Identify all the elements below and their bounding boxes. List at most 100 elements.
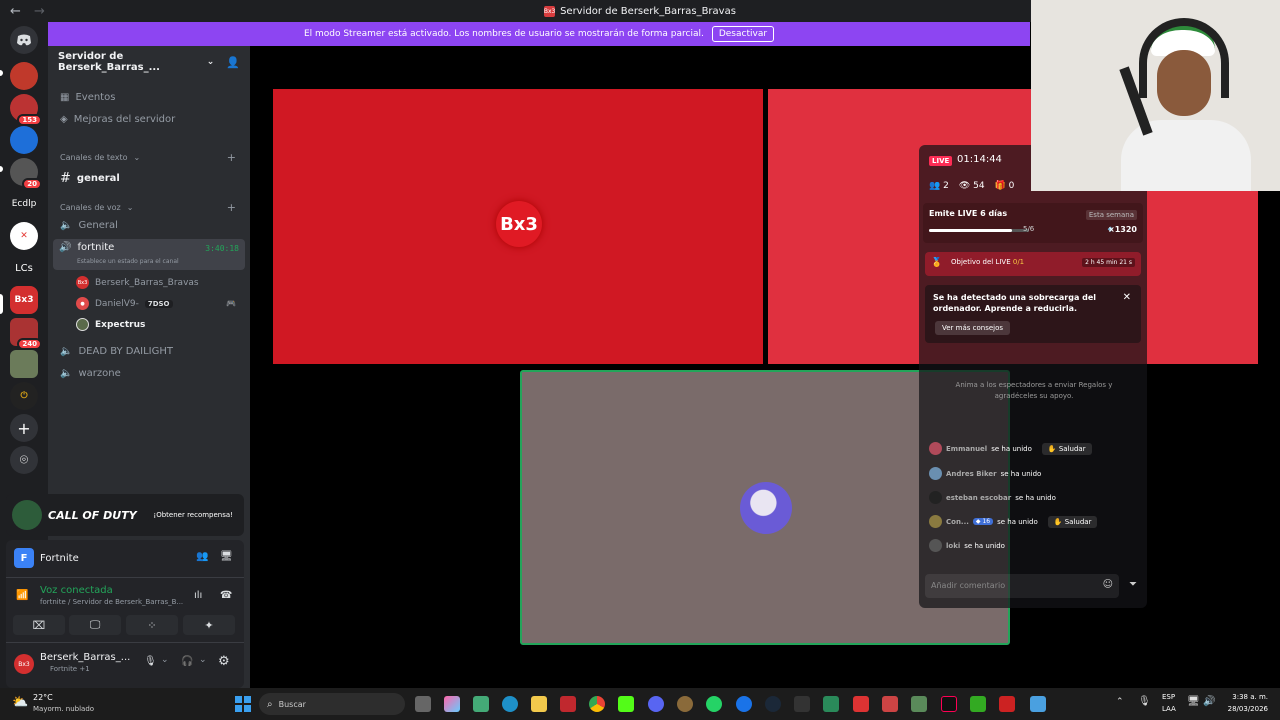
tiktok-icon[interactable] — [941, 696, 957, 712]
app-icon[interactable] — [1030, 696, 1046, 712]
discord-icon[interactable] — [648, 696, 664, 712]
steam-icon[interactable] — [765, 696, 781, 712]
stream-activity-icon[interactable]: 🖥 — [220, 551, 233, 562]
soundboard-icon[interactable]: ılı — [194, 590, 202, 601]
server-icon[interactable]: ✕ — [10, 222, 38, 250]
volume-icon[interactable]: 🔊 — [1203, 696, 1215, 707]
adobe-icon[interactable] — [560, 696, 576, 712]
server-icon[interactable]: 240 — [10, 318, 42, 350]
comment-box[interactable]: Añadir comentario ☺ — [925, 574, 1119, 598]
network-icon[interactable]: 🖥 — [1187, 696, 1200, 707]
headphones-icon[interactable]: 🎧 — [181, 656, 193, 667]
server-icon[interactable] — [10, 62, 38, 90]
activities-button[interactable]: ⁘ — [126, 615, 178, 635]
edge-icon[interactable] — [502, 696, 518, 712]
start-icon[interactable] — [235, 696, 251, 712]
user-avatar[interactable]: Bx3 — [14, 654, 34, 674]
app-icon[interactable] — [853, 696, 869, 712]
streak-card[interactable]: Emite LIVE 6 días Esta semana 5/6 ◆ ×132… — [923, 203, 1143, 243]
chevron-up-icon[interactable]: ⌃ — [1116, 697, 1124, 707]
join-name[interactable]: Emmanuel — [946, 445, 987, 453]
folder-icon[interactable] — [531, 696, 547, 712]
emoji-icon[interactable]: ☺ — [1103, 579, 1113, 590]
voice-user[interactable]: Expectrus — [76, 318, 145, 331]
quest-promo[interactable]: CALL OF DUTY ¡Obtener recompensa! — [6, 494, 244, 536]
clock-time[interactable]: 3:38 a. m. — [1232, 693, 1268, 701]
weather-condition[interactable]: Mayorm. nublado — [33, 705, 94, 713]
discord-home-icon[interactable] — [10, 26, 38, 54]
comment-input[interactable]: Añadir comentario — [931, 581, 1005, 590]
explore-icon[interactable]: ⌾ — [10, 446, 38, 474]
copilot-icon[interactable] — [444, 696, 460, 712]
app-icon[interactable] — [999, 696, 1015, 712]
app-icon[interactable] — [677, 696, 693, 712]
text-category[interactable]: Canales de texto ⌄ + — [54, 151, 244, 164]
server-icon-bx3[interactable]: Bx3 — [10, 286, 38, 314]
invite-icon[interactable]: 👤 — [226, 56, 240, 69]
server-icon[interactable] — [10, 350, 38, 378]
app-icon[interactable] — [882, 696, 898, 712]
app-icon[interactable] — [970, 696, 986, 712]
microphone-icon[interactable]: 🎙 — [144, 656, 157, 667]
more-tips-button[interactable]: Ver más consejos — [935, 321, 1011, 335]
add-server-icon[interactable]: + — [10, 414, 38, 442]
keyboard-layout[interactable]: LAA — [1162, 705, 1176, 713]
weather-temp[interactable]: 22°C — [33, 693, 53, 702]
kick-icon[interactable] — [618, 696, 634, 712]
voice-user[interactable]: ● DanielV9- 7DSO 🎮 — [76, 297, 236, 310]
gear-icon[interactable]: ⚙ — [218, 654, 230, 669]
join-name[interactable]: Con... — [946, 518, 969, 526]
voice-channel-warzone[interactable]: 🔈 warzone — [54, 368, 244, 379]
server-icon[interactable]: 153 — [10, 94, 42, 126]
chevron-down-icon[interactable]: ⌄ — [161, 655, 169, 665]
invite-activity-icon[interactable]: 👥 — [196, 551, 208, 562]
video-tile-1[interactable]: Bx3 — [273, 89, 763, 364]
camera-off-button[interactable]: ⌧ — [13, 615, 65, 635]
chevron-down-icon[interactable]: ⌄ — [199, 655, 207, 665]
chrome-icon[interactable] — [589, 696, 605, 712]
channel-status-hint[interactable]: Establece un estado para el canal — [77, 258, 179, 265]
deactivate-button[interactable]: Desactivar — [711, 26, 775, 42]
greet-button[interactable]: ✋ Saludar — [1041, 442, 1092, 455]
voice-category[interactable]: Canales de voz ⌄ + — [54, 201, 244, 214]
live-goal-card[interactable]: 🏅 Objetivo del LIVE 0/1 2 h 45 min 21 s — [925, 252, 1141, 276]
server-icon[interactable]: 20 — [10, 158, 42, 190]
soundboard-button[interactable]: ✦ — [183, 615, 235, 635]
clock-date[interactable]: 28/03/2026 — [1228, 705, 1268, 713]
boosts-item[interactable]: ◈ Mejoras del servidor — [54, 114, 244, 125]
greet-button[interactable]: ✋ Saludar — [1047, 515, 1098, 528]
channel-general[interactable]: # general — [54, 171, 244, 186]
taskbar-search[interactable]: ⌕ Buscar — [259, 693, 405, 715]
join-name[interactable]: Andres Biker — [946, 470, 997, 478]
voice-location[interactable]: fortnite / Servidor de Berserk_Barras_B.… — [40, 598, 183, 606]
filter-icon[interactable]: ⏷ — [1129, 579, 1137, 590]
server-header[interactable]: Servidor de Berserk_Barras_... ⌄ 👤 — [48, 46, 250, 78]
join-name[interactable]: loki — [946, 542, 960, 550]
bluetooth-icon[interactable] — [736, 696, 752, 712]
whatsapp-icon[interactable] — [706, 696, 722, 712]
add-channel-icon[interactable]: + — [227, 201, 236, 214]
close-icon[interactable]: ✕ — [1123, 292, 1131, 303]
join-name[interactable]: esteban escobar — [946, 494, 1011, 502]
events-item[interactable]: ▦ Eventos — [54, 92, 244, 103]
app-icon[interactable] — [823, 696, 839, 712]
server-icon-lcs[interactable]: LCs — [10, 254, 38, 282]
voice-status[interactable]: Voz conectada — [40, 585, 113, 596]
voice-user[interactable]: Bx3 Berserk_Barras_Bravas — [76, 276, 199, 289]
mic-tray-icon[interactable]: 🎙 — [1138, 696, 1151, 707]
voice-channel-fortnite[interactable]: 🔊 fortnite 3:40:18 Establece un estado p… — [53, 239, 245, 270]
voice-channel-general[interactable]: 🔈 General — [54, 220, 244, 231]
app-icon[interactable] — [911, 696, 927, 712]
disconnect-icon[interactable]: ☎ — [220, 590, 232, 601]
server-icon[interactable]: ⏻ — [10, 382, 38, 410]
add-channel-icon[interactable]: + — [227, 151, 236, 164]
server-icon-ecdlp[interactable]: Ecdlp — [10, 190, 38, 218]
language-indicator[interactable]: ESP — [1162, 693, 1175, 701]
screen-share-button[interactable]: 🖵 — [69, 615, 121, 635]
epic-icon[interactable] — [794, 696, 810, 712]
activity-row[interactable]: F Fortnite — [14, 548, 79, 568]
task-view-icon[interactable] — [415, 696, 431, 712]
store-icon[interactable] — [473, 696, 489, 712]
voice-channel-dbd[interactable]: 🔈 DEAD BY DAILIGHT — [54, 346, 244, 357]
server-icon[interactable] — [10, 126, 38, 154]
